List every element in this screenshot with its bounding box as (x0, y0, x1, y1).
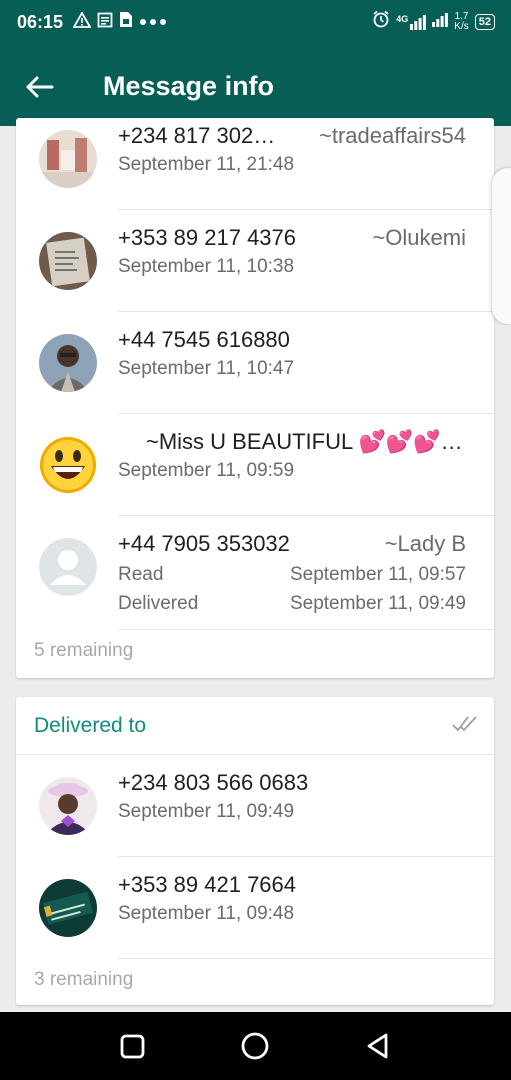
read-by-card: +234 817 302… ~tradeaffairs54 September … (16, 118, 494, 678)
triangle-back-icon (367, 1033, 388, 1059)
warning-icon (72, 10, 92, 33)
contact-alias: ~Olukemi (372, 225, 466, 250)
file-icon (119, 11, 133, 33)
avatar (39, 879, 97, 937)
notes-icon (97, 12, 113, 33)
more-notifications-icon (139, 13, 167, 31)
delivered-time: September 11, 09:49 (118, 801, 295, 822)
alarm-icon (372, 10, 390, 33)
contact-number: +44 7545 616880 (118, 327, 290, 352)
read-label: Read (118, 564, 164, 585)
contact-row[interactable]: +353 89 421 7664 September 11, 09:48 (16, 857, 494, 959)
double-tick-icon (452, 715, 478, 738)
signal-4g-icon: 4G (396, 14, 427, 30)
delivered-label: Delivered (118, 593, 199, 614)
remaining-count[interactable]: 5 remaining (34, 640, 133, 662)
scroll-handle[interactable] (492, 168, 511, 324)
status-bar: 06:15 4G 1.7 K/s 52 (0, 0, 511, 45)
remaining-count[interactable]: 3 remaining (34, 969, 133, 991)
delivered-to-card: Delivered to +234 803 566 0683 September… (16, 697, 494, 1005)
contact-number: +44 7905 353032 (118, 531, 290, 556)
contact-row[interactable]: ~Miss U BEAUTIFUL 💕💕💕… September 11, 09:… (16, 414, 494, 516)
home-button[interactable] (235, 1026, 275, 1066)
status-time: 06:15 (17, 12, 64, 32)
avatar (39, 232, 97, 290)
square-icon (120, 1034, 145, 1059)
read-time: September 11, 10:38 (118, 256, 295, 277)
battery-icon: 52 (474, 13, 495, 30)
navigation-bar (0, 1012, 511, 1080)
contact-row[interactable]: +44 7545 616880 September 11, 10:47 (16, 312, 494, 414)
contact-number: +353 89 217 4376 (118, 225, 297, 250)
contact-number: +353 89 421 7664 (118, 872, 297, 897)
contact-number: +234 817 302… (118, 123, 276, 148)
contact-row[interactable]: +44 7905 353032 ~Lady B Read September 1… (16, 516, 494, 630)
signal-icon (432, 11, 449, 32)
read-time: September 11, 10:47 (118, 358, 295, 379)
delivered-time: September 11, 09:48 (118, 903, 295, 924)
contact-row[interactable]: +234 817 302… ~tradeaffairs54 September … (16, 118, 494, 210)
contact-row[interactable]: +353 89 217 4376 ~Olukemi September 11, … (16, 210, 494, 312)
avatar (39, 130, 97, 188)
avatar (39, 334, 97, 392)
contact-row[interactable]: +234 803 566 0683 September 11, 09:49 (16, 755, 494, 857)
recents-button[interactable] (112, 1028, 152, 1064)
emoji-avatar (39, 436, 97, 494)
back-nav-button[interactable] (358, 1026, 398, 1066)
divider (118, 958, 494, 959)
avatar (39, 777, 97, 835)
contact-number: +234 803 566 0683 (118, 770, 309, 795)
back-arrow-icon (26, 76, 54, 98)
read-time: September 11, 09:59 (118, 460, 295, 481)
back-button[interactable] (22, 69, 58, 105)
default-avatar (39, 538, 97, 596)
circle-icon (241, 1032, 269, 1060)
divider (118, 629, 494, 630)
page-title: Message info (103, 71, 275, 101)
read-time: September 11, 21:48 (118, 154, 295, 175)
network-speed: 1.7 K/s (454, 10, 469, 32)
contact-alias: ~tradeaffairs54 (319, 123, 466, 148)
contact-alias: ~Miss U BEAUTIFUL 💕💕💕… (146, 429, 463, 454)
contact-alias: ~Lady B (384, 531, 466, 556)
read-time: September 11, 09:57 (289, 564, 466, 585)
section-title: Delivered to (34, 714, 147, 737)
delivered-time: September 11, 09:49 (289, 593, 466, 614)
app-bar: Message info (0, 45, 511, 126)
